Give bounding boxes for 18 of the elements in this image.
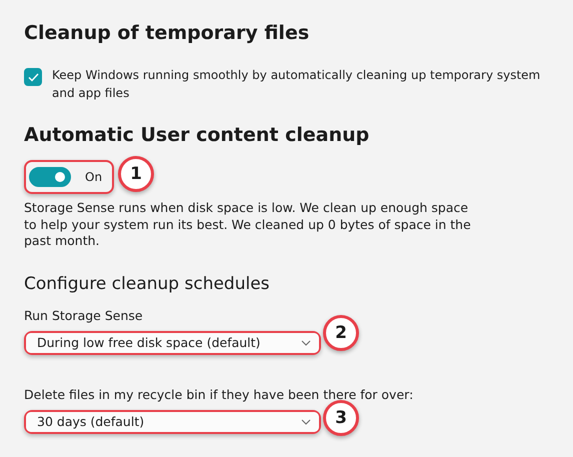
toggle-switch[interactable] [29,167,71,187]
chevron-down-icon [301,340,311,346]
step-badge: 3 [323,400,359,436]
checkbox-label: Keep Windows running smoothly by automatically cleaning up temporary system and app files [52,67,542,102]
toggle-label: On [85,169,102,186]
step-badge: 2 [323,314,359,350]
dropdown[interactable]: During low free disk space (default) [26,332,319,352]
step-badge: 1 [118,156,154,192]
dropdown[interactable]: 30 days (default) [26,412,319,432]
section-heading: Automatic User content cleanup [24,124,370,146]
dropdown-label: Delete files in my recycle bin if they have been there for over: [24,386,414,402]
checkbox[interactable] [24,68,42,86]
section-heading: Configure cleanup schedules [24,274,271,294]
chevron-down-icon [301,418,311,424]
checkmark-icon [28,72,38,82]
section-heading: Cleanup of temporary files [24,22,310,44]
description-text: Storage Sense runs when disk space is low. We clean up enough space to help your system run its best. We cleaned up 0 bytes of space in the past month. [24,200,472,250]
dropdown-label: Run Storage Sense [24,308,144,322]
